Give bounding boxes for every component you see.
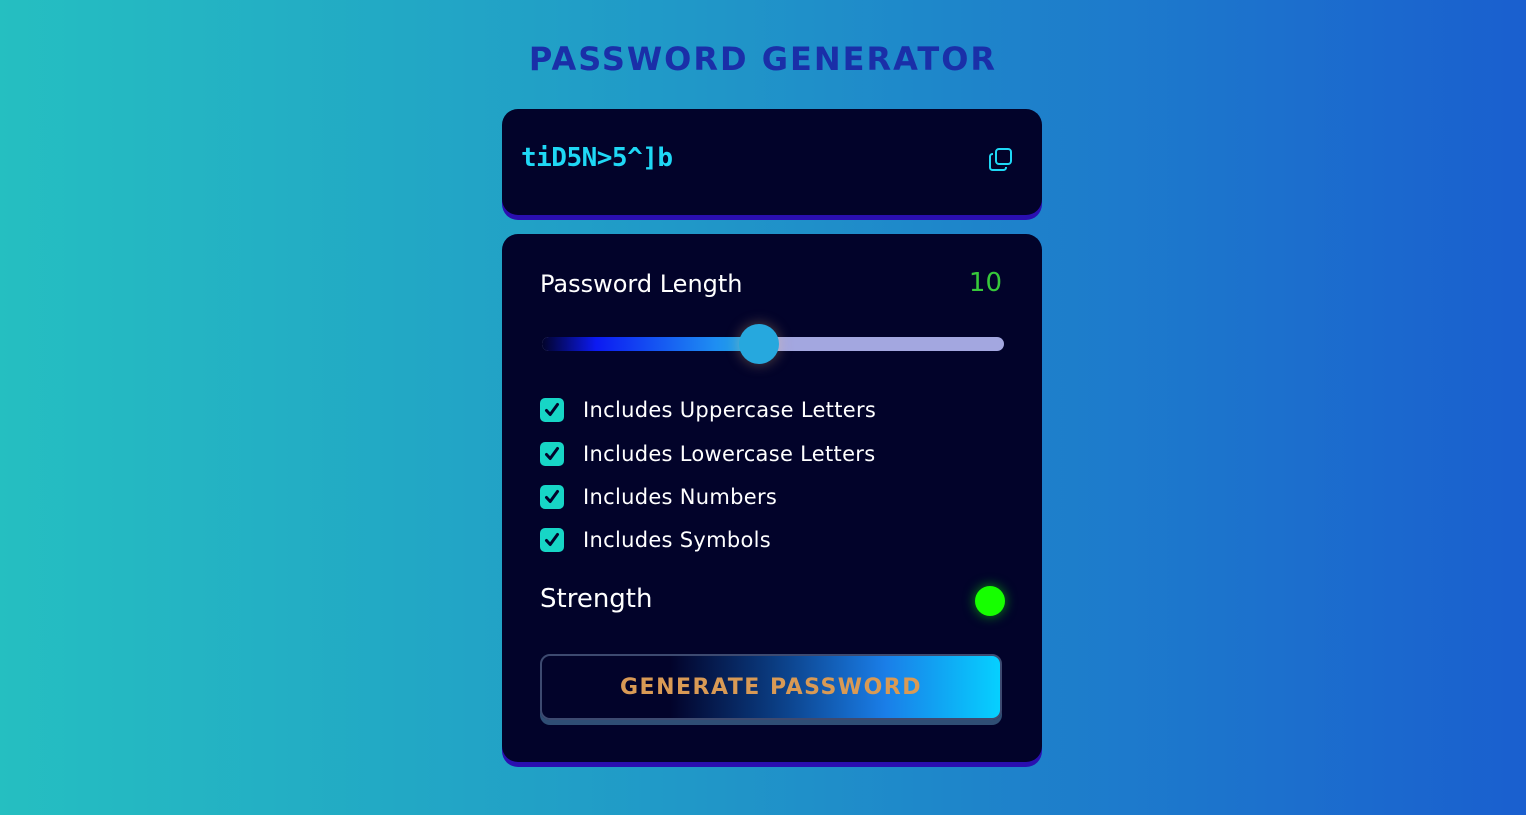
- generate-button-label: GENERATE PASSWORD: [620, 674, 922, 700]
- generate-password-button[interactable]: GENERATE PASSWORD: [540, 654, 1002, 720]
- checkmark-icon: [545, 447, 559, 460]
- settings-panel: Password Length 10 Includes Uppercase Le…: [502, 234, 1042, 762]
- page-title: PASSWORD GENERATOR: [528, 40, 998, 78]
- length-value: 10: [968, 268, 1002, 298]
- length-label: Password Length: [540, 270, 743, 298]
- length-slider[interactable]: [542, 324, 1004, 364]
- checkmark-icon: [545, 490, 559, 503]
- option-lowercase[interactable]: Includes Lowercase Letters: [540, 442, 875, 466]
- lowercase-checkbox[interactable]: [540, 442, 564, 466]
- slider-thumb[interactable]: [739, 324, 780, 364]
- strength-label: Strength: [540, 584, 653, 614]
- checkmark-icon: [545, 533, 559, 546]
- checkmark-icon: [545, 403, 559, 416]
- copy-button[interactable]: [984, 142, 1018, 176]
- option-symbols[interactable]: Includes Symbols: [540, 528, 771, 552]
- generated-password: tiD5N>5^]b: [521, 143, 673, 173]
- uppercase-checkbox[interactable]: [540, 398, 564, 422]
- option-label: Includes Uppercase Letters: [583, 398, 877, 422]
- slider-fill: [542, 337, 760, 351]
- option-label: Includes Numbers: [583, 485, 778, 509]
- copy-icon: [989, 148, 1012, 171]
- option-label: Includes Symbols: [583, 528, 772, 552]
- symbols-checkbox[interactable]: [540, 528, 564, 552]
- option-uppercase[interactable]: Includes Uppercase Letters: [540, 398, 876, 422]
- option-numbers[interactable]: Includes Numbers: [540, 485, 777, 509]
- strength-indicator: [975, 586, 1005, 616]
- password-display: tiD5N>5^]b: [502, 109, 1042, 215]
- numbers-checkbox[interactable]: [540, 485, 564, 509]
- option-label: Includes Lowercase Letters: [583, 442, 876, 466]
